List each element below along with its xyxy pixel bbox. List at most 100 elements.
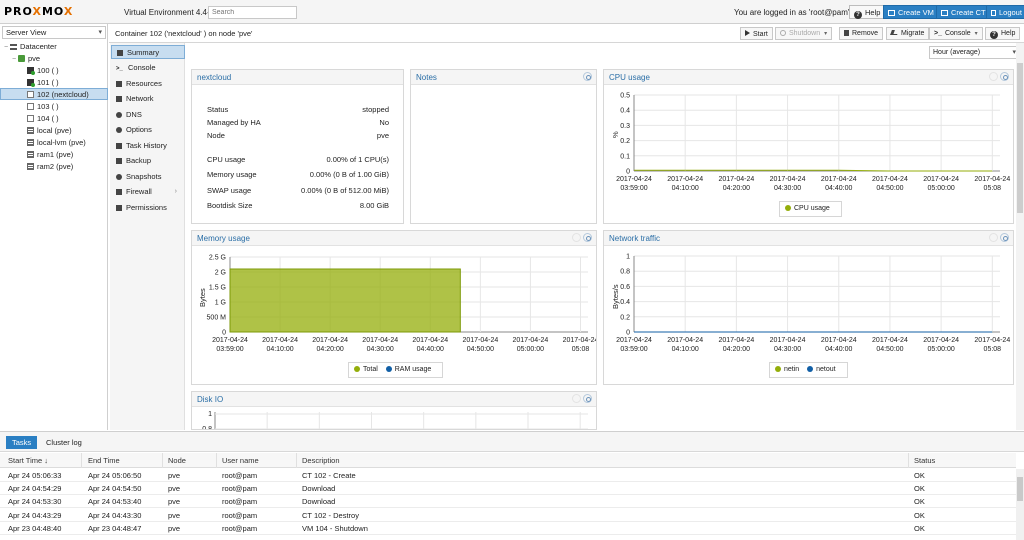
logout-button[interactable]: Logout (986, 5, 1024, 19)
y-tick-label: 0.6 (620, 284, 630, 291)
cube-icon (116, 81, 122, 87)
table-cell: CT 102 - Create (302, 471, 356, 480)
legend-item-ram[interactable]: RAM usage (385, 366, 431, 373)
nav-backup[interactable]: Backup (111, 154, 185, 168)
table-cell: root@pam (222, 484, 258, 494)
toolbar-help-button[interactable]: ? Help (985, 27, 1021, 40)
nav-network[interactable]: Network (111, 92, 185, 106)
table-row[interactable]: Apr 24 04:43:29 Apr 24 04:43:30 pve root@pa… (0, 509, 1016, 522)
gear-icon[interactable] (583, 394, 592, 403)
gear-icon[interactable] (583, 72, 592, 81)
x-tick-time: 04:10:00 (266, 346, 293, 353)
tree-item-datacenter[interactable]: − Datacenter (0, 41, 108, 53)
question-icon: ? (990, 31, 998, 39)
table-row[interactable]: Apr 24 05:06:33 Apr 24 05:06:50 pve root@pa… (0, 469, 1016, 482)
running-icon (31, 71, 35, 75)
tree-item-storage-local-lvm[interactable]: local-lvm (pve) (0, 137, 108, 149)
storage-icon (27, 163, 34, 170)
legend-item-netin[interactable]: netin (775, 366, 799, 373)
tree-item-ct-100[interactable]: 100 ( ) (0, 65, 108, 77)
x-tick-date: 2017-04-24 (667, 176, 703, 183)
legend-item-cpu[interactable]: CPU usage (785, 205, 830, 212)
tree-item-ct-102[interactable]: 102 (nextcloud) (0, 88, 108, 100)
x-tick-time: 04:10:00 (672, 346, 699, 353)
table-cell: Apr 24 05:06:50 (88, 471, 142, 480)
container-icon (27, 91, 34, 98)
nav-snapshots[interactable]: Snapshots (111, 170, 185, 184)
table-row[interactable]: Apr 24 04:53:30 Apr 24 04:53:40 pve root@pa… (0, 495, 1016, 509)
proxmox-logo[interactable]: PROXMOX (4, 5, 73, 18)
shutdown-button[interactable]: Shutdown ▾ (775, 27, 833, 40)
x-tick-date: 2017-04-24 (362, 337, 398, 344)
table-row[interactable]: Apr 24 04:54:29 Apr 24 04:54:50 pve root@pa… (0, 482, 1016, 496)
monitor-icon (27, 103, 34, 110)
create-ct-button[interactable]: Create CT (936, 5, 991, 19)
console-button[interactable]: >_ Console ▾ (929, 27, 983, 40)
create-vm-button[interactable]: Create VM (883, 5, 939, 19)
column-header[interactable]: Description (302, 456, 340, 465)
nav-options[interactable]: Options (111, 123, 185, 137)
x-tick-time: 04:40:00 (417, 346, 444, 353)
content-scrollbar[interactable] (1016, 43, 1024, 430)
nav-firewall[interactable]: Firewall › (111, 185, 185, 199)
nav-summary[interactable]: Summary (111, 45, 185, 59)
y-tick-label: 0.2 (620, 138, 630, 145)
tree-item-vm-103[interactable]: 103 ( ) (0, 101, 108, 113)
notes-panel-title: Notes (411, 70, 596, 85)
tasks-scrollbar[interactable] (1016, 469, 1024, 540)
undo-zoom-icon[interactable] (572, 233, 581, 242)
task-log-panel: Tasks Cluster log Start Time ↓ End Time … (0, 431, 1024, 540)
tree-item-storage-local[interactable]: local (pve) (0, 125, 108, 137)
column-header[interactable]: User name (222, 456, 259, 465)
table-row[interactable]: Apr 23 04:48:40 Apr 23 04:48:47 pve root@pa… (0, 522, 1016, 535)
column-header[interactable]: End Time (88, 456, 120, 465)
gear-icon[interactable] (1000, 233, 1009, 242)
scrollbar-thumb[interactable] (1017, 477, 1023, 501)
remove-button[interactable]: Remove (839, 27, 884, 40)
tree-item-storage-ram1[interactable]: ram1 (pve) (0, 149, 108, 161)
timeframe-select[interactable]: Hour (average) ▾ (929, 46, 1020, 59)
tab-cluster-log[interactable]: Cluster log (40, 436, 88, 449)
undo-zoom-icon[interactable] (989, 72, 998, 81)
gear-icon[interactable] (583, 233, 592, 242)
start-button[interactable]: Start (740, 27, 773, 40)
running-icon (31, 83, 35, 87)
legend-dot (354, 366, 360, 372)
nav-permissions[interactable]: Permissions (111, 201, 185, 215)
view-selector[interactable]: Server View ▾ (2, 26, 106, 39)
y-tick-label: 0.3 (620, 123, 630, 130)
terminal-icon: >_ (934, 30, 942, 37)
tab-tasks[interactable]: Tasks (6, 436, 38, 449)
table-cell: Apr 24 04:43:29 (8, 510, 62, 520)
column-header[interactable]: Start Time ↓ (8, 456, 48, 465)
tree-item-node-pve[interactable]: − pve (0, 53, 108, 65)
tree-item-vm-104[interactable]: 104 ( ) (0, 113, 108, 125)
search-input[interactable] (208, 6, 297, 19)
chevron-down-icon: ▾ (974, 31, 978, 37)
x-tick-time: 04:30:00 (774, 346, 801, 353)
column-header[interactable]: Status (914, 456, 935, 465)
table-cell: Apr 24 04:54:29 (8, 484, 62, 494)
monitor-icon (888, 10, 895, 16)
migrate-button[interactable]: Migrate (886, 27, 930, 40)
table-cell: pve (168, 510, 181, 520)
gear-icon[interactable] (1000, 72, 1009, 81)
nav-task-history[interactable]: Task History (111, 139, 185, 153)
x-tick-date: 2017-04-24 (923, 337, 959, 344)
scrollbar-thumb[interactable] (1017, 63, 1023, 213)
tree-item-storage-ram2[interactable]: ram2 (pve) (0, 161, 108, 173)
undo-zoom-icon[interactable] (989, 233, 998, 242)
book-icon (117, 50, 123, 56)
undo-zoom-icon[interactable] (572, 394, 581, 403)
x-tick-date: 2017-04-24 (312, 337, 348, 344)
y-tick-label: 0.4 (620, 299, 630, 306)
help-button[interactable]: ? Help (849, 5, 886, 19)
legend-item-netout[interactable]: netout (807, 366, 836, 373)
nav-dns[interactable]: DNS (111, 108, 185, 122)
nav-console[interactable]: >_ Console (111, 61, 185, 75)
x-tick-time: 04:10:00 (672, 185, 699, 192)
nav-resources[interactable]: Resources (111, 77, 185, 91)
x-tick-date: 2017-04-24 (872, 176, 908, 183)
column-header[interactable]: Node (168, 456, 186, 465)
legend-item-total[interactable]: Total (354, 366, 378, 373)
